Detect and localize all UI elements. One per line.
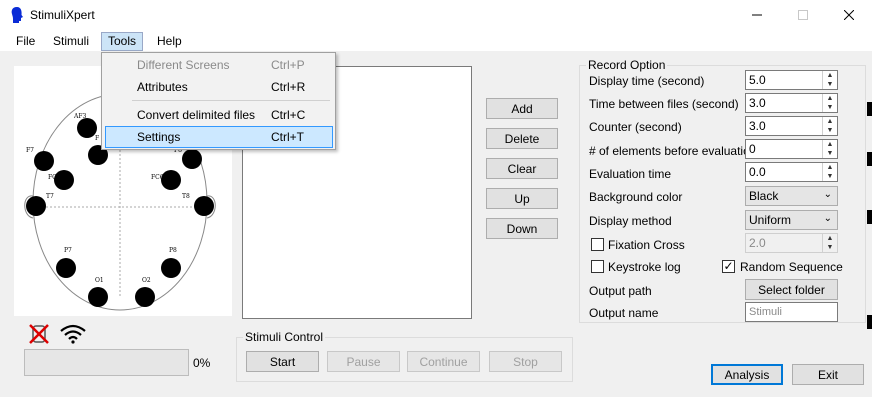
keystroke-log-label: Keystroke log: [608, 260, 681, 274]
move-down-button[interactable]: Down: [486, 218, 558, 239]
keystroke-log-checkbox[interactable]: [591, 260, 604, 273]
close-icon: [844, 10, 854, 20]
continue-button: Continue: [407, 351, 480, 372]
add-button[interactable]: Add: [486, 98, 558, 119]
display-time-label: Display time (second): [589, 74, 705, 88]
electrode-label: AF3: [73, 113, 86, 120]
wifi-signal-icon: [60, 324, 86, 344]
edge-mark: [867, 210, 872, 224]
fixation-cross-spinner: 2.0 ▲ ▼: [745, 233, 838, 253]
output-name-label: Output name: [589, 306, 659, 320]
spinner-arrows-icon[interactable]: ▲ ▼: [822, 163, 837, 181]
fixation-cross-checkbox[interactable]: [591, 238, 604, 251]
record-option-title: Record Option: [588, 58, 666, 72]
electrode-label: O1: [95, 277, 104, 284]
display-time-spinner[interactable]: 5.0 ▲ ▼: [745, 70, 838, 90]
fixation-cross-label: Fixation Cross: [608, 238, 685, 252]
electrode-o1: [88, 287, 108, 307]
head-profile-icon: [11, 7, 23, 23]
delete-button[interactable]: Delete: [486, 128, 558, 149]
elements-before-eval-spinner[interactable]: 0 ▲ ▼: [745, 139, 838, 159]
menu-item-different-screens: Different Screens Ctrl+P: [137, 58, 305, 72]
evaluation-time-label: Evaluation time: [589, 167, 672, 181]
electrode-t8: [194, 196, 214, 216]
maximize-icon: [798, 10, 808, 20]
chevron-down-icon: ⌄: [823, 189, 832, 200]
random-sequence-checkbox[interactable]: ✓: [722, 260, 735, 273]
electrode-label: T7: [46, 193, 54, 200]
select-folder-button[interactable]: Select folder: [745, 279, 838, 300]
analysis-button[interactable]: Analysis: [711, 364, 783, 385]
pause-button: Pause: [327, 351, 400, 372]
electrode-p8: [161, 258, 181, 278]
spinner-arrows-icon: ▲ ▼: [822, 234, 837, 252]
move-up-button[interactable]: Up: [486, 188, 558, 209]
spinner-arrows-icon[interactable]: ▲ ▼: [822, 94, 837, 112]
stimuli-control-title: Stimuli Control: [245, 330, 324, 344]
start-button[interactable]: Start: [246, 351, 319, 372]
random-sequence-label: Random Sequence: [740, 260, 843, 274]
electrode-p7: [56, 258, 76, 278]
title-bar: StimuliXpert: [0, 0, 872, 30]
electrode-f8: [182, 149, 202, 169]
electrode-label: O2: [142, 277, 151, 284]
electrode-label: P8: [169, 247, 177, 254]
edge-mark: [867, 102, 872, 116]
electrode-label: FC5: [48, 174, 61, 181]
spinner-arrows-icon[interactable]: ▲ ▼: [822, 140, 837, 158]
menu-item-convert-delimited-files[interactable]: Convert delimited files Ctrl+C: [105, 104, 333, 126]
electrode-label: T8: [182, 193, 190, 200]
close-button[interactable]: [826, 0, 872, 30]
spinner-arrows-icon[interactable]: ▲ ▼: [822, 117, 837, 135]
between-files-spinner[interactable]: 3.0 ▲ ▼: [745, 93, 838, 113]
menu-bar: File Stimuli Tools Help: [0, 30, 872, 52]
electrode-label: F: [95, 135, 99, 142]
electrode-af3: [77, 118, 97, 138]
menu-item-settings[interactable]: Settings Ctrl+T: [105, 126, 333, 148]
output-path-label: Output path: [589, 284, 652, 298]
menu-file[interactable]: File: [9, 32, 42, 51]
edge-mark: [867, 315, 872, 329]
electrode-fc6: [161, 170, 181, 190]
progress-percent-label: 0%: [193, 356, 211, 370]
electrode-t7: [26, 196, 46, 216]
display-method-select[interactable]: Uniform ⌄: [745, 210, 838, 230]
progress-bar: [24, 349, 189, 376]
menu-stimuli[interactable]: Stimuli: [46, 32, 96, 51]
chevron-down-icon: ⌄: [823, 213, 832, 224]
evaluation-time-spinner[interactable]: 0.0 ▲ ▼: [745, 162, 838, 182]
window-title: StimuliXpert: [30, 8, 95, 22]
counter-label: Counter (second): [589, 120, 682, 134]
background-color-select[interactable]: Black ⌄: [745, 186, 838, 206]
electrode-label: F7: [26, 147, 34, 154]
electrode-label: FC6: [151, 174, 164, 181]
electrode-f7: [34, 151, 54, 171]
between-files-label: Time between files (second): [589, 97, 739, 111]
menu-help[interactable]: Help: [150, 32, 189, 51]
elements-before-eval-label: # of elements before evaluation: [589, 144, 757, 158]
minimize-button[interactable]: [734, 0, 780, 30]
minimize-icon: [752, 14, 762, 16]
display-method-label: Display method: [589, 214, 672, 228]
device-disconnected-icon: [29, 324, 49, 344]
checkmark-icon: ✓: [723, 259, 734, 273]
electrode-o2: [135, 287, 155, 307]
tools-dropdown-menu: Different Screens Ctrl+P Attributes Ctrl…: [101, 52, 336, 150]
spinner-arrows-icon[interactable]: ▲ ▼: [822, 71, 837, 89]
maximize-button: [780, 0, 826, 30]
exit-button[interactable]: Exit: [792, 364, 864, 385]
background-color-label: Background color: [589, 190, 683, 204]
stop-button: Stop: [489, 351, 562, 372]
output-name-input[interactable]: Stimuli: [745, 302, 838, 322]
menu-item-attributes[interactable]: Attributes Ctrl+R: [105, 76, 333, 98]
counter-spinner[interactable]: 3.0 ▲ ▼: [745, 116, 838, 136]
electrode-label: P7: [64, 247, 72, 254]
menu-tools[interactable]: Tools: [101, 32, 144, 51]
menu-separator: [132, 100, 330, 101]
edge-mark: [867, 152, 872, 166]
clear-button[interactable]: Clear: [486, 158, 558, 179]
